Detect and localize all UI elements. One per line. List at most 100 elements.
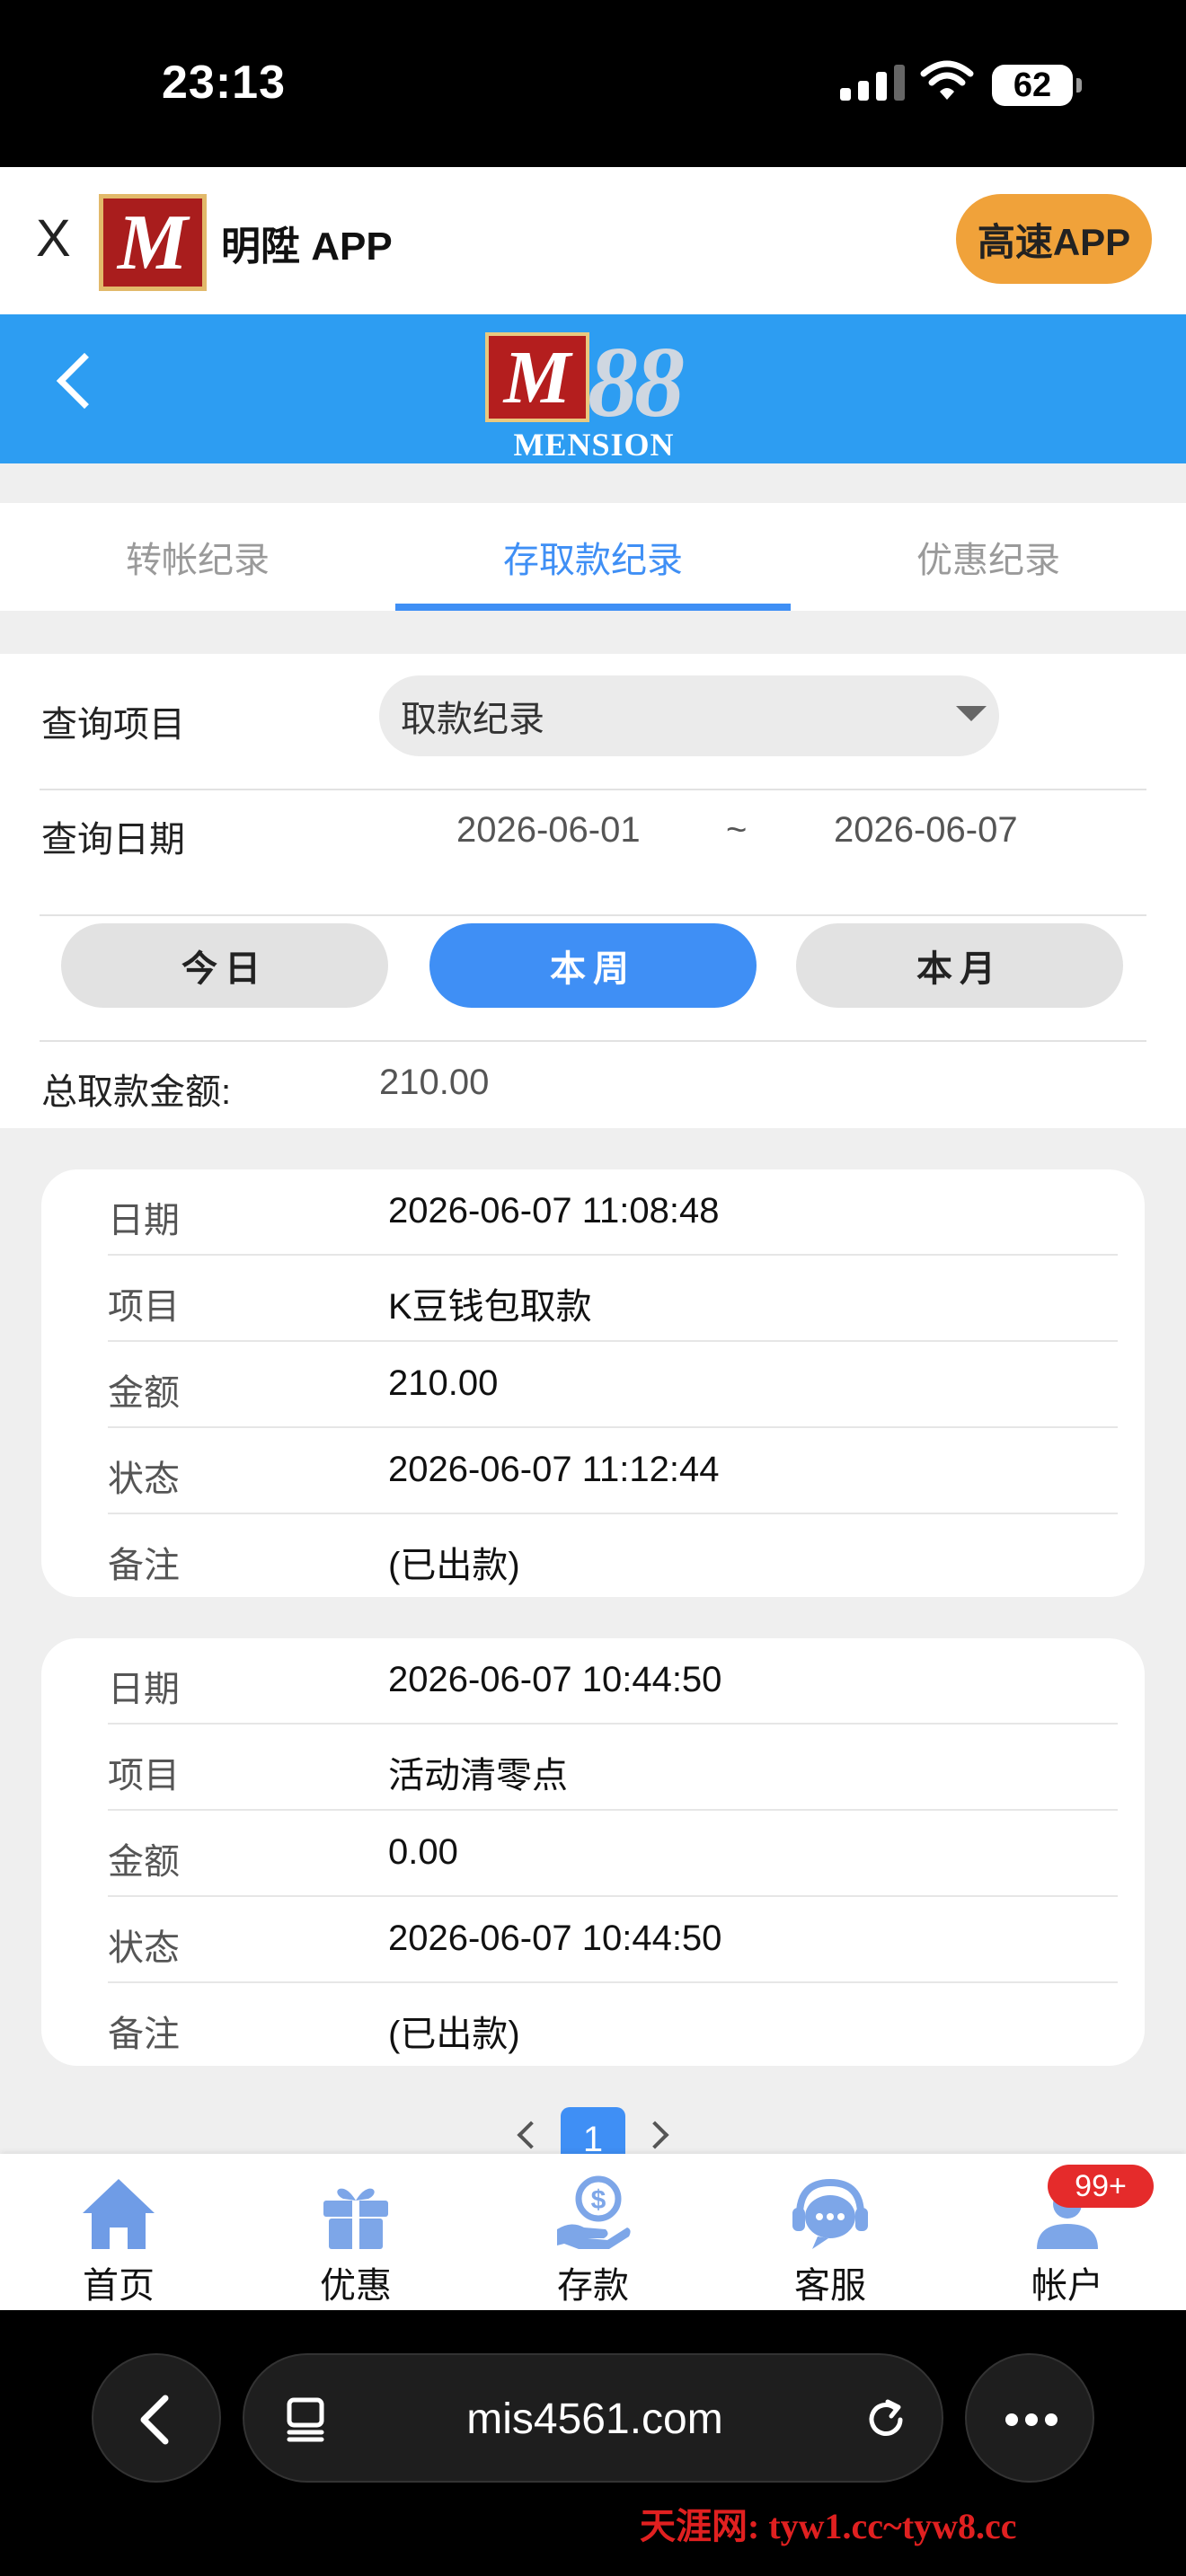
record-field-value: 活动清零点 — [388, 1756, 568, 1795]
dropdown-caret-icon — [956, 706, 987, 721]
record-row: 项目 K豆钱包取款 — [41, 1256, 1145, 1342]
page-number-current[interactable]: 1 — [561, 2107, 625, 2154]
tab-promotion-records[interactable]: 优惠纪录 — [791, 503, 1186, 611]
record-field-label: 备注 — [108, 1546, 180, 1585]
nav-promotions-label: 优惠 — [320, 2266, 392, 2306]
query-item-label: 查询项目 — [41, 705, 185, 745]
app-header: X M 明陞 APP 高速APP — [0, 167, 1186, 314]
status-time: 23:13 — [162, 57, 286, 109]
record-row: 日期 2026-06-07 11:08:48 — [41, 1169, 1145, 1256]
browser-back-button[interactable] — [92, 2353, 221, 2483]
battery-icon: 62 — [992, 65, 1082, 106]
svg-text:$: $ — [591, 2185, 606, 2215]
nav-customer-service-label: 客服 — [794, 2266, 866, 2306]
record-field-label: 日期 — [108, 1670, 180, 1709]
record-field-value: (已出款) — [388, 1546, 520, 1585]
active-tab-indicator — [395, 604, 791, 611]
record-row: 项目 活动清零点 — [41, 1725, 1145, 1811]
record-tabs: 转帐纪录 存取款纪录 优惠纪录 — [0, 503, 1186, 611]
address-bar[interactable]: mis4561.com — [243, 2353, 943, 2483]
divider — [40, 789, 1146, 790]
deposit-icon: $ — [557, 2175, 631, 2249]
record-row: 备注 (已出款) — [41, 1983, 1145, 2069]
query-date-label: 查询日期 — [41, 820, 185, 860]
battery-level: 62 — [1013, 66, 1052, 104]
page-header: M 88 MENSION — [0, 314, 1186, 463]
record-field-value: 2026-06-07 10:44:50 — [388, 1919, 722, 1958]
browser-toolbar: mis4561.com 天涯网: tyw1.cc~tyw8.cc — [0, 2310, 1186, 2576]
query-item-select[interactable]: 取款纪录 — [379, 675, 999, 756]
phone-screen: 23:13 62 X M 明陞 APP 高速APP M 88 MENSION 转… — [0, 0, 1186, 2576]
record-field-label: 日期 — [108, 1201, 180, 1240]
total-withdrawal-value: 210.00 — [379, 1063, 490, 1102]
record-field-value: 0.00 — [388, 1832, 458, 1872]
query-item-value: 取款纪录 — [401, 700, 544, 739]
pagination: 1 — [0, 2107, 1186, 2154]
nav-account-label: 帐户 — [1031, 2266, 1103, 2306]
record-field-value: (已出款) — [388, 2015, 520, 2054]
record-card: 日期 2026-06-07 11:08:48 项目 K豆钱包取款 金额 210.00 … — [41, 1169, 1145, 1597]
notification-badge: 99+ — [1048, 2165, 1154, 2208]
nav-home[interactable]: 首页 — [0, 2154, 237, 2310]
prev-page-icon[interactable] — [517, 2121, 545, 2149]
record-field-value: 2026-06-07 11:08:48 — [388, 1191, 720, 1231]
record-field-label: 项目 — [108, 1756, 180, 1795]
home-icon — [83, 2179, 155, 2249]
nav-customer-service[interactable]: 客服 — [712, 2154, 949, 2310]
main-content: 转帐纪录 存取款纪录 优惠纪录 查询项目 取款纪录 查询日期 2026-06-0… — [0, 463, 1186, 2154]
brand-logo-number: 88 — [588, 327, 685, 438]
app-title: 明陞 APP — [221, 225, 393, 269]
nav-account[interactable]: 99+ 帐户 — [949, 2154, 1186, 2310]
record-field-label: 状态 — [108, 1460, 180, 1499]
support-icon — [792, 2178, 868, 2249]
date-to-field[interactable]: 2026-06-07 — [834, 810, 1018, 851]
record-row: 金额 0.00 — [41, 1811, 1145, 1897]
record-row: 状态 2026-06-07 10:44:50 — [41, 1897, 1145, 1983]
record-field-label: 项目 — [108, 1287, 180, 1327]
record-card: 日期 2026-06-07 10:44:50 项目 活动清零点 金额 0.00 状态 2… — [41, 1638, 1145, 2066]
record-row: 日期 2026-06-07 10:44:50 — [41, 1638, 1145, 1725]
record-field-label: 金额 — [108, 1373, 180, 1413]
record-field-value: 2026-06-07 10:44:50 — [388, 1660, 722, 1699]
total-withdrawal-label: 总取款金额: — [41, 1072, 232, 1112]
date-separator: ~ — [726, 810, 748, 850]
nav-deposit[interactable]: $ 存款 — [474, 2154, 712, 2310]
this-month-button[interactable]: 本月 — [796, 923, 1123, 1008]
gift-icon — [323, 2188, 388, 2249]
nav-promotions[interactable]: 优惠 — [237, 2154, 474, 2310]
divider — [40, 1040, 1146, 1042]
record-field-value: 210.00 — [388, 1363, 499, 1403]
next-page-icon[interactable] — [641, 2121, 669, 2149]
url-text: mis4561.com — [466, 2395, 723, 2443]
wifi-icon — [920, 60, 974, 100]
record-row: 备注 (已出款) — [41, 1514, 1145, 1601]
nav-home-label: 首页 — [83, 2266, 155, 2306]
this-week-button[interactable]: 本周 — [429, 923, 757, 1008]
close-button[interactable]: X — [36, 212, 71, 266]
date-from-field[interactable]: 2026-06-01 — [456, 810, 641, 851]
status-bar: 23:13 62 — [0, 0, 1186, 167]
brand-logo: M 88 MENSION — [482, 325, 706, 463]
browser-more-button[interactable] — [965, 2353, 1094, 2483]
bottom-navigation: 首页 优惠 $ 存款 客服 99+ 帐户 — [0, 2154, 1186, 2310]
record-row: 金额 210.00 — [41, 1342, 1145, 1428]
back-arrow-icon — [140, 2395, 169, 2445]
watermark-text: 天涯网: tyw1.cc~tyw8.cc — [640, 2506, 1017, 2546]
today-button[interactable]: 今日 — [61, 923, 388, 1008]
record-field-value: K豆钱包取款 — [388, 1287, 592, 1327]
record-field-label: 金额 — [108, 1842, 180, 1882]
tab-deposit-withdraw-records[interactable]: 存取款纪录 — [395, 503, 791, 611]
cellular-signal-icon — [840, 65, 905, 101]
brand-logo-name: MENSION — [513, 427, 675, 463]
reload-icon[interactable] — [861, 2395, 911, 2445]
tab-transfer-records[interactable]: 转帐纪录 — [0, 503, 395, 611]
speed-app-button[interactable]: 高速APP — [956, 194, 1152, 284]
nav-deposit-label: 存款 — [557, 2266, 629, 2306]
record-field-label: 备注 — [108, 2015, 180, 2054]
query-form: 查询项目 取款纪录 查询日期 2026-06-01 ~ 2026-06-07 今… — [0, 654, 1186, 1128]
app-logo: M — [99, 194, 207, 291]
back-chevron-icon[interactable] — [56, 352, 113, 410]
record-field-label: 状态 — [108, 1928, 180, 1968]
record-field-value: 2026-06-07 11:12:44 — [388, 1450, 720, 1489]
brand-logo-mark: M — [485, 332, 589, 422]
